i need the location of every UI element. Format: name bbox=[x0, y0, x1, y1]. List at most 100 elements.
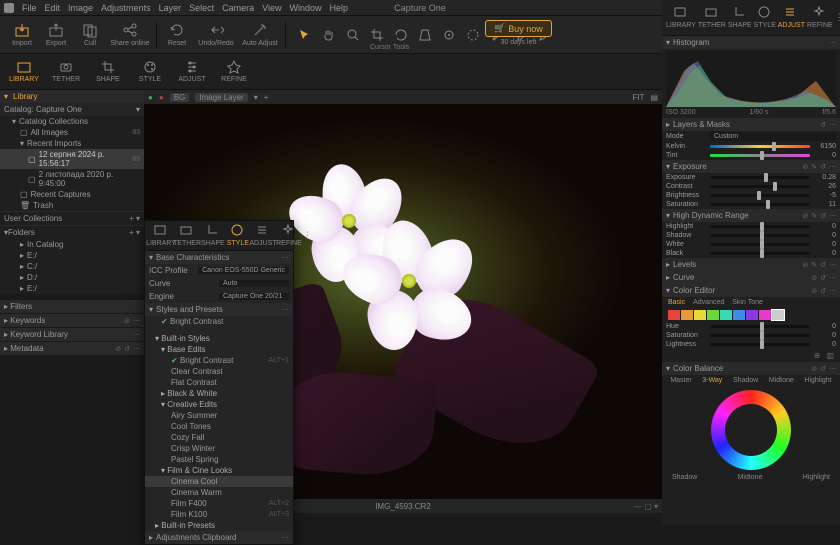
pointer-tool-icon[interactable] bbox=[298, 28, 312, 42]
contrast-slider[interactable]: Contrast26 bbox=[662, 182, 840, 191]
mask-tool-icon[interactable] bbox=[466, 28, 480, 42]
styles-presets-header[interactable]: ▾Styles and Presets⋯ bbox=[145, 303, 293, 316]
icc-profile-row[interactable]: ICC ProfileCanon EOS-550D Generic bbox=[145, 264, 293, 277]
menu-adjustments[interactable]: Adjustments bbox=[101, 3, 151, 13]
ce-tab-skin[interactable]: Skin Tone bbox=[732, 299, 763, 306]
popup-mode-shape[interactable]: SHAPE bbox=[201, 224, 225, 247]
style-item[interactable]: Cinema Cool bbox=[145, 476, 293, 487]
popup-overflow-icon[interactable]: ⋮ bbox=[303, 230, 312, 241]
mode-library[interactable]: LIBRARY bbox=[4, 60, 44, 83]
style-item[interactable]: Airy Summer bbox=[145, 410, 293, 421]
layer-icon[interactable]: ▥ bbox=[826, 351, 834, 360]
reset-icon[interactable]: ↺ bbox=[124, 345, 130, 353]
reset-icon[interactable]: ↺ bbox=[820, 163, 826, 171]
cb-tab-master[interactable]: Master bbox=[670, 377, 691, 384]
menu-view[interactable]: View bbox=[262, 3, 281, 13]
export-button[interactable]: Export bbox=[40, 22, 72, 47]
folder-node[interactable]: ▸E:/ bbox=[0, 283, 144, 294]
color-swatch[interactable] bbox=[681, 310, 693, 320]
recent-captures-node[interactable]: ▢Recent Captures bbox=[0, 189, 144, 200]
apple-menu-icon[interactable] bbox=[4, 3, 14, 13]
tint-slider[interactable]: Tint0 bbox=[662, 151, 840, 160]
add-icon[interactable]: + ▾ bbox=[129, 228, 140, 237]
undo-redo-button[interactable]: Undo/Redo bbox=[195, 22, 237, 47]
reset-icon[interactable]: ↺ bbox=[820, 261, 826, 269]
builtin-styles-node[interactable]: ▾ Built-in Styles bbox=[145, 333, 293, 344]
white-slider[interactable]: White0 bbox=[662, 240, 840, 249]
folder-node[interactable]: ▸C:/ bbox=[0, 261, 144, 272]
bw-node[interactable]: ▸ Black & White bbox=[145, 388, 293, 399]
crop-tool-icon[interactable] bbox=[370, 28, 384, 42]
style-item[interactable]: Film K100ALT+3 bbox=[145, 509, 293, 520]
levels-header[interactable]: ▸Levels⊘✎↺⋯ bbox=[662, 258, 840, 271]
cb-tab-shadow[interactable]: Shadow bbox=[733, 377, 758, 384]
curve-header[interactable]: ▸Curve⊘↺⋯ bbox=[662, 271, 840, 284]
mode-shape[interactable]: SHAPE bbox=[88, 60, 128, 83]
zoom-tool-icon[interactable] bbox=[346, 28, 360, 42]
import-session-node[interactable]: ▢12 серпня 2024 р. 15:56:1783 bbox=[0, 149, 144, 169]
more-icon[interactable]: ⋯ bbox=[133, 317, 140, 325]
ce-tab-basic[interactable]: Basic bbox=[668, 299, 685, 306]
keystone-tool-icon[interactable] bbox=[418, 28, 432, 42]
reset-button[interactable]: Reset bbox=[161, 22, 193, 47]
shadow-slider[interactable]: Shadow0 bbox=[662, 231, 840, 240]
add-layer-icon[interactable]: + bbox=[264, 93, 269, 102]
picker-icon[interactable]: ⊕ bbox=[814, 351, 821, 360]
user-collections-row[interactable]: User Collections+ ▾ bbox=[0, 211, 144, 225]
exposure-slider[interactable]: Exposure0.28 bbox=[662, 173, 840, 182]
style-item[interactable]: Film F400ALT+2 bbox=[145, 498, 293, 509]
menu-window[interactable]: Window bbox=[289, 3, 321, 13]
pin-icon[interactable]: ⊘ bbox=[811, 365, 817, 373]
rmode-adjust[interactable]: ADJUST bbox=[778, 6, 805, 29]
color-swatch[interactable] bbox=[759, 310, 771, 320]
color-editor-header[interactable]: ▾Color Editor⊘↺⋯ bbox=[662, 284, 840, 297]
rmode-style[interactable]: STYLE bbox=[754, 6, 776, 29]
popup-mode-tether[interactable]: TETHER bbox=[175, 224, 199, 247]
more-icon[interactable]: ⋯ bbox=[829, 39, 836, 47]
wand-icon[interactable]: ✎ bbox=[811, 163, 817, 171]
more-icon[interactable]: ⋯ bbox=[829, 121, 836, 129]
wand-icon[interactable]: ✎ bbox=[811, 261, 817, 269]
adjustments-clipboard-header[interactable]: ▸Adjustments Clipboard⋯ bbox=[145, 531, 293, 544]
trash-node[interactable]: 🗑Trash bbox=[0, 200, 144, 211]
film-looks-node[interactable]: ▾ Film & Cine Looks bbox=[145, 465, 293, 476]
popup-mode-adjust[interactable]: ADJUST bbox=[251, 224, 275, 247]
creative-edits-node[interactable]: ▾ Creative Edits bbox=[145, 399, 293, 410]
more-icon[interactable]: ⋯ bbox=[829, 163, 836, 171]
color-swatch[interactable] bbox=[746, 310, 758, 320]
popup-mode-refine[interactable]: REFINE bbox=[277, 224, 301, 247]
mode-selector[interactable]: ModeCustom bbox=[662, 131, 840, 142]
lightness-slider[interactable]: Lightness0 bbox=[662, 340, 840, 349]
reset-icon[interactable]: ↺ bbox=[820, 212, 826, 220]
base-edits-node[interactable]: ▾ Base Edits bbox=[145, 344, 293, 355]
color-swatch[interactable] bbox=[694, 310, 706, 320]
menu-edit[interactable]: Edit bbox=[45, 3, 61, 13]
pin-icon[interactable]: ⊘ bbox=[811, 274, 817, 282]
wand-icon[interactable]: ✎ bbox=[811, 212, 817, 220]
reset-icon[interactable]: ↺ bbox=[820, 365, 826, 373]
menu-select[interactable]: Select bbox=[189, 3, 214, 13]
style-item[interactable]: Pastel Spring bbox=[145, 454, 293, 465]
more-icon[interactable]: ⋯ bbox=[133, 331, 140, 339]
color-balance-header[interactable]: ▾Color Balance⊘↺⋯ bbox=[662, 362, 840, 375]
rmode-shape[interactable]: SHAPE bbox=[728, 6, 752, 29]
library-header[interactable]: ▾Library bbox=[0, 90, 144, 103]
builtin-presets-node[interactable]: ▸ Built-in Presets bbox=[145, 520, 293, 531]
saturation2-slider[interactable]: Saturation0 bbox=[662, 331, 840, 340]
folders-header[interactable]: ▾Folders+ ▾ bbox=[0, 225, 144, 239]
curve-row[interactable]: CurveAuto bbox=[145, 277, 293, 290]
share-button[interactable]: Share online bbox=[108, 22, 152, 47]
mode-refine[interactable]: REFINE bbox=[214, 60, 254, 83]
color-swatch[interactable] bbox=[707, 310, 719, 320]
layer-dropdown-icon[interactable]: ▾ bbox=[254, 93, 258, 102]
rating-control[interactable]: — ▢ ▾ bbox=[634, 502, 658, 511]
catalog-collections-node[interactable]: ▾Catalog Collections bbox=[0, 116, 144, 127]
metadata-section[interactable]: ▸ Metadata⊘↺⋯ bbox=[0, 342, 144, 356]
layers-masks-header[interactable]: ▸Layers & Masks↺⋯ bbox=[662, 118, 840, 131]
pin-icon[interactable]: ⊘ bbox=[811, 287, 817, 295]
rmode-refine[interactable]: REFINE bbox=[807, 6, 833, 29]
menu-file[interactable]: File bbox=[22, 3, 37, 13]
hdr-header[interactable]: ▾High Dynamic Range⊘✎↺⋯ bbox=[662, 209, 840, 222]
color-swatch[interactable] bbox=[668, 310, 680, 320]
brightness-slider[interactable]: Brightness-5 bbox=[662, 191, 840, 200]
